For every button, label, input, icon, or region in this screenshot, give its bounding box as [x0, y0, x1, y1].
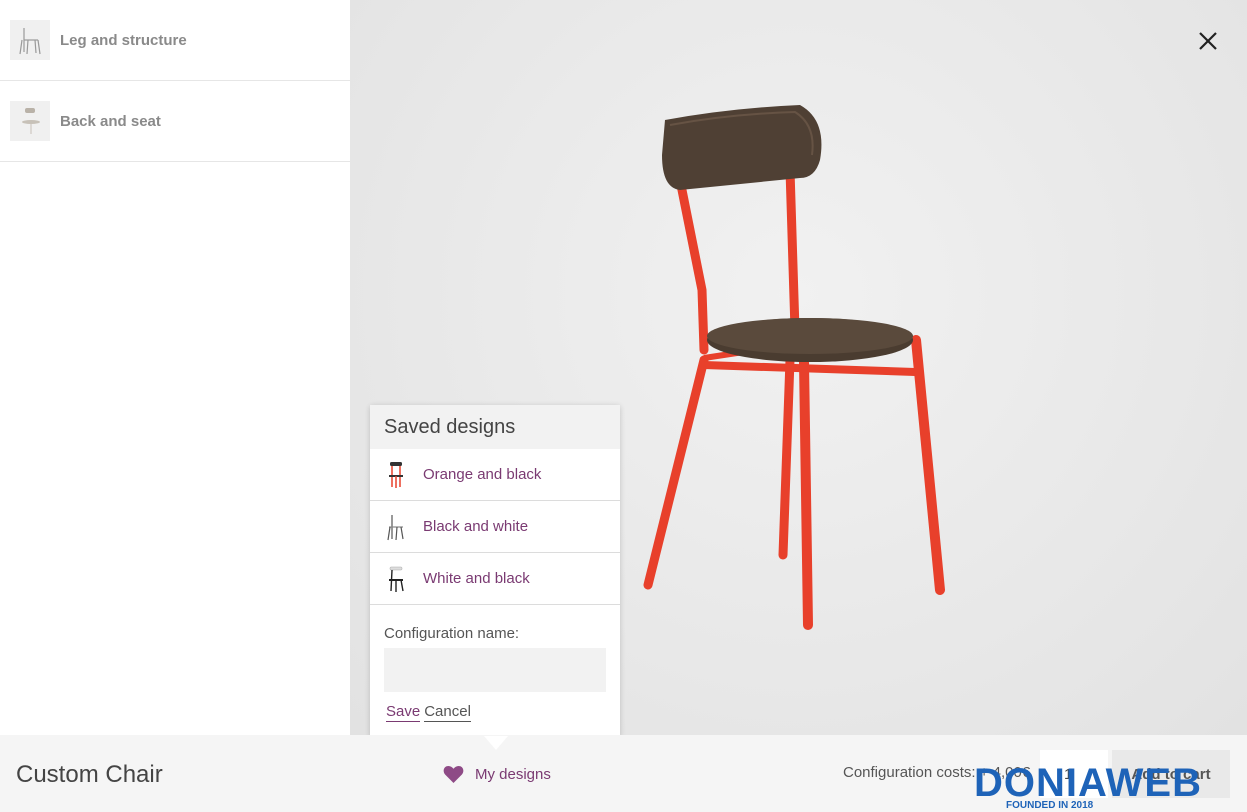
- saved-design-item[interactable]: Black and white: [370, 501, 620, 553]
- chair-seat-icon: [10, 101, 50, 141]
- sidebar: Leg and structure Back and seat: [0, 0, 350, 735]
- sidebar-item-leg-and-structure[interactable]: Leg and structure: [0, 0, 350, 81]
- sidebar-item-label: Back and seat: [60, 112, 161, 130]
- save-button[interactable]: Save: [386, 703, 421, 722]
- saved-design-item[interactable]: Orange and black: [370, 449, 620, 501]
- chair-frame-icon: [10, 20, 50, 60]
- saved-designs-popup: Saved designs Orange and black Black and…: [370, 405, 620, 737]
- my-designs-label: My designs: [475, 766, 551, 783]
- chair-3d-model: [643, 105, 945, 630]
- product-title: Custom Chair: [16, 761, 163, 788]
- doniaweb-watermark-logo: DONIAWEB FOUNDED IN 2018: [974, 761, 1202, 811]
- sidebar-item-label: Leg and structure: [60, 31, 187, 49]
- cancel-button[interactable]: Cancel: [424, 703, 471, 722]
- saved-design-label: Black and white: [423, 518, 529, 535]
- svg-text:DONIAWEB: DONIAWEB: [974, 761, 1202, 805]
- chair-white-black-icon: [389, 566, 404, 592]
- chair-orange-black-icon: [389, 461, 403, 488]
- popup-arrow: [484, 736, 508, 750]
- popup-actions: Save Cancel: [386, 703, 620, 722]
- configuration-name-input[interactable]: [384, 648, 606, 692]
- saved-design-label: Orange and black: [423, 466, 542, 483]
- heart-icon: [443, 765, 464, 783]
- popup-title: Saved designs: [370, 405, 620, 449]
- svg-text:FOUNDED IN 2018: FOUNDED IN 2018: [1006, 800, 1094, 811]
- saved-design-label: White and black: [423, 570, 530, 587]
- saved-design-item[interactable]: White and black: [370, 553, 620, 605]
- my-designs-button[interactable]: My designs: [443, 765, 551, 784]
- sidebar-item-back-and-seat[interactable]: Back and seat: [0, 81, 350, 162]
- configuration-name-label: Configuration name:: [384, 625, 520, 642]
- close-icon[interactable]: [1197, 30, 1219, 52]
- chair-black-white-icon: [387, 514, 404, 540]
